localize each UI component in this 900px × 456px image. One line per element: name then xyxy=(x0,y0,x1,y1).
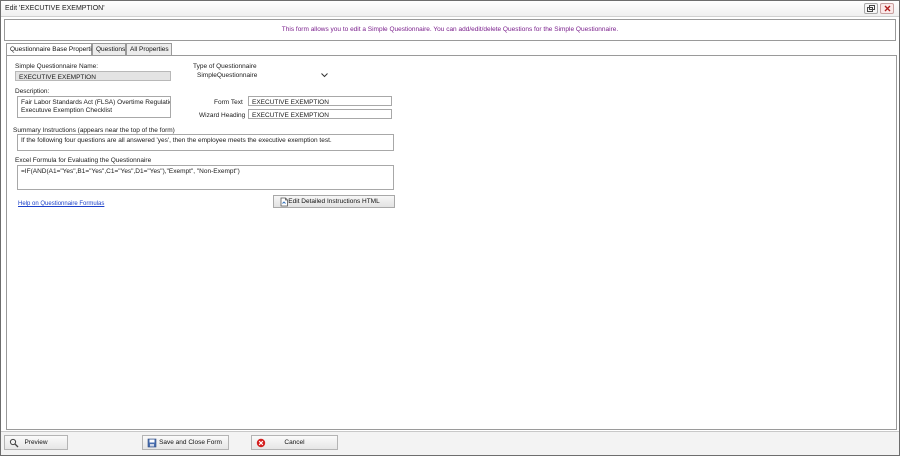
cancel-button[interactable]: Cancel xyxy=(251,435,338,450)
restore-button[interactable] xyxy=(864,3,878,14)
excel-formula-field[interactable]: =IF(AND(A1="Yes",B1="Yes",C1="Yes",D1="Y… xyxy=(17,165,394,190)
edit-detailed-instructions-html-button[interactable]: Edit Detailed Instructions HTML xyxy=(273,195,395,208)
form-text-field[interactable]: EXECUTIVE EXEMPTION xyxy=(248,96,392,106)
edit-html-button-label: Edit Detailed Instructions HTML xyxy=(288,198,380,205)
title-bar: Edit 'EXECUTIVE EXEMPTION' xyxy=(1,1,899,17)
save-icon xyxy=(147,438,157,448)
bottom-toolbar: Preview Save and Close Form Cancel xyxy=(1,431,899,455)
save-close-label: Save and Close Form xyxy=(159,439,222,446)
window-title: Edit 'EXECUTIVE EXEMPTION' xyxy=(5,5,105,12)
edit-questionnaire-window: Edit 'EXECUTIVE EXEMPTION' This form all… xyxy=(0,0,900,456)
description-field[interactable]: Fair Labor Standards Act (FLSA) Overtime… xyxy=(17,96,171,118)
save-and-close-button[interactable]: Save and Close Form xyxy=(142,435,229,450)
name-label: Simple Questionnaire Name: xyxy=(15,63,99,70)
type-label: Type of Questionnaire xyxy=(193,63,257,70)
type-select[interactable]: SimpleQuestionnaire xyxy=(193,71,333,81)
summary-label: Summary Instructions (appears near the t… xyxy=(13,127,175,134)
cancel-icon xyxy=(256,438,266,448)
preview-label: Preview xyxy=(24,439,48,446)
wizard-heading-field[interactable]: EXECUTIVE EXEMPTION xyxy=(248,109,392,119)
tab-questions[interactable]: Questions xyxy=(92,43,126,55)
info-banner: This form allows you to edit a Simple Qu… xyxy=(4,19,896,41)
form-text-label: Form Text xyxy=(214,99,243,106)
close-button[interactable] xyxy=(880,3,894,14)
html-document-icon xyxy=(280,197,288,207)
description-label: Description: xyxy=(15,88,50,95)
summary-instructions-field[interactable]: If the following four questions are all … xyxy=(17,134,394,151)
type-selected-value: SimpleQuestionnaire xyxy=(197,72,258,79)
base-properties-panel: Simple Questionnaire Name: EXECUTIVE EXE… xyxy=(6,55,897,430)
cancel-label: Cancel xyxy=(284,439,305,446)
close-icon xyxy=(884,5,890,12)
restore-icon xyxy=(867,5,875,12)
tab-all-properties[interactable]: All Properties xyxy=(126,43,172,55)
chevron-down-icon xyxy=(321,73,328,78)
preview-button[interactable]: Preview xyxy=(4,435,68,450)
formula-label: Excel Formula for Evaluating the Questio… xyxy=(15,157,152,164)
questionnaire-name-field: EXECUTIVE EXEMPTION xyxy=(15,71,171,81)
help-on-formulas-link[interactable]: Help on Questionnaire Formulas xyxy=(18,201,104,207)
preview-icon xyxy=(9,438,19,448)
wizard-heading-label: Wizard Heading xyxy=(199,112,246,119)
